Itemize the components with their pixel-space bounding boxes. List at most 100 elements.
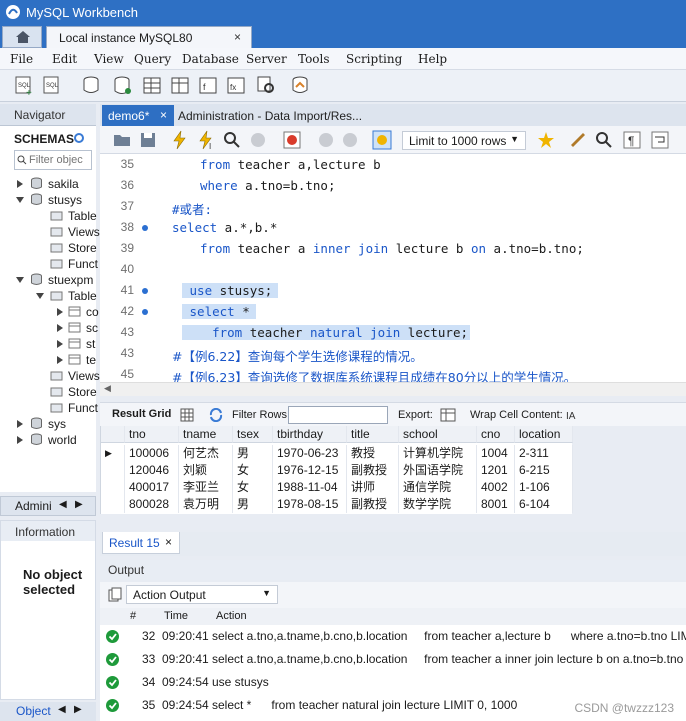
tab-scroll-left-icon[interactable]: ◀	[58, 704, 66, 715]
grid-cell[interactable]: 1201	[477, 462, 515, 479]
tab-scroll-left-icon[interactable]: ◀	[59, 499, 67, 510]
commit-icon[interactable]	[316, 130, 336, 150]
grid-cell[interactable]: 何艺杰	[179, 445, 233, 462]
table-row[interactable]: ▶ 100006 何艺杰 男 1970-06-23 教授 计算机学院 1004 …	[101, 445, 573, 462]
grid-cell[interactable]: 1970-06-23	[273, 445, 347, 462]
grid-cell[interactable]: 6-215	[515, 462, 573, 479]
grid-cell[interactable]: 1004	[477, 445, 515, 462]
grid-cell[interactable]: 400017	[125, 479, 179, 496]
close-icon[interactable]: ×	[165, 535, 172, 549]
grid-cell[interactable]: 李亚兰	[179, 479, 233, 496]
grid-cell[interactable]: 2-311	[515, 445, 573, 462]
connection-tab[interactable]: Local instance MySQL80 ×	[46, 26, 252, 48]
stop-icon[interactable]	[248, 130, 268, 150]
output-row[interactable]: 33 09:20:41 select a.tno,a.tname,b.cno,b…	[100, 648, 686, 671]
search-table-data-icon[interactable]	[256, 75, 278, 97]
table-row[interactable]: 120046 刘颖 女 1976-12-15 副教授 外国语学院 1201 6-…	[101, 462, 573, 479]
copy-icon[interactable]	[108, 587, 122, 603]
beautify-icon[interactable]	[568, 130, 588, 150]
export-icon[interactable]	[440, 407, 456, 423]
row-selector[interactable]	[101, 479, 125, 496]
grid-cell[interactable]: 副教授	[347, 496, 399, 513]
menu-database[interactable]: Database	[182, 52, 239, 66]
sql-code-editor[interactable]: 35 from teacher a,lecture b 36 where a.t…	[100, 154, 686, 382]
refresh-icon[interactable]	[208, 408, 224, 422]
rollback-icon[interactable]	[340, 130, 360, 150]
expand-icon[interactable]	[56, 340, 64, 348]
grid-cell[interactable]: 4002	[477, 479, 515, 496]
menu-file[interactable]: File	[10, 52, 33, 66]
result-grid-label[interactable]: Result Grid	[112, 408, 171, 420]
scroll-left-icon[interactable]: ◀	[104, 383, 111, 394]
grid-cell[interactable]: 120046	[125, 462, 179, 479]
add-snippet-icon[interactable]	[536, 130, 556, 150]
tab-object-info[interactable]: Object	[16, 704, 51, 718]
db-icon[interactable]	[82, 75, 104, 97]
menu-query[interactable]: Query	[134, 52, 171, 66]
tab-administration-data-import[interactable]: Administration - Data Import/Res...	[178, 109, 362, 123]
grid-icon[interactable]	[180, 408, 194, 422]
grid-cell[interactable]: 袁万明	[179, 496, 233, 513]
table-row[interactable]: 800028 袁万明 男 1978-08-15 副教授 数学学院 8001 6-…	[101, 496, 573, 513]
grid-cell[interactable]: 1976-12-15	[273, 462, 347, 479]
grid-cell[interactable]: 女	[233, 479, 273, 496]
tab-administration[interactable]: Admini	[15, 499, 52, 513]
create-view-icon[interactable]	[170, 75, 192, 97]
expand-icon[interactable]	[56, 308, 64, 316]
tab-scroll-right-icon[interactable]: ▶	[75, 499, 83, 510]
grid-cell[interactable]: 男	[233, 496, 273, 513]
find-icon[interactable]	[594, 130, 614, 150]
grid-cell[interactable]: 外国语学院	[399, 462, 477, 479]
column-header[interactable]: tname	[179, 426, 233, 443]
explain-icon[interactable]	[222, 130, 242, 150]
collapse-icon[interactable]	[36, 292, 44, 300]
column-header[interactable]: tbirthday	[273, 426, 347, 443]
grid-cell[interactable]: 1988-11-04	[273, 479, 347, 496]
expand-icon[interactable]	[56, 356, 64, 364]
menu-scripting[interactable]: Scripting	[346, 52, 402, 66]
limit-rows-select[interactable]: Limit to 1000 rows ▼	[402, 131, 526, 150]
home-button[interactable]	[2, 26, 42, 48]
wrap-lines-icon[interactable]	[650, 130, 670, 150]
tab-result-15[interactable]: Result 15 ×	[102, 532, 180, 554]
collapse-icon[interactable]	[16, 196, 24, 204]
grid-cell[interactable]: 刘颖	[179, 462, 233, 479]
filter-rows-input[interactable]	[288, 406, 388, 424]
grid-cell[interactable]: 1978-08-15	[273, 496, 347, 513]
open-folder-icon[interactable]	[112, 130, 132, 150]
column-header[interactable]: cno	[477, 426, 515, 443]
grid-cell[interactable]: 男	[233, 445, 273, 462]
expand-icon[interactable]	[16, 420, 24, 428]
grid-cell[interactable]: 副教授	[347, 462, 399, 479]
tab-demo6[interactable]: demo6* ×	[102, 105, 174, 126]
collapse-icon[interactable]	[16, 276, 24, 284]
new-sql-tab-icon[interactable]: SQL+	[14, 75, 36, 97]
grid-cell[interactable]: 800028	[125, 496, 179, 513]
execute-icon[interactable]	[170, 130, 190, 150]
schema-filter-input[interactable]	[29, 152, 91, 168]
grid-cell[interactable]: 8001	[477, 496, 515, 513]
create-procedure-icon[interactable]: f	[198, 75, 220, 97]
close-icon[interactable]: ×	[234, 30, 241, 44]
close-icon[interactable]: ×	[160, 108, 167, 122]
autocommit-icon[interactable]	[372, 130, 392, 150]
grid-cell[interactable]: 通信学院	[399, 479, 477, 496]
execute-current-icon[interactable]: I	[196, 130, 216, 150]
grid-cell[interactable]: 计算机学院	[399, 445, 477, 462]
grid-cell[interactable]: 讲师	[347, 479, 399, 496]
menu-view[interactable]: View	[94, 52, 124, 66]
expand-icon[interactable]	[16, 436, 24, 444]
grid-cell[interactable]: 100006	[125, 445, 179, 462]
table-row[interactable]: 400017 李亚兰 女 1988-11-04 讲师 通信学院 4002 1-1…	[101, 479, 573, 496]
grid-cell[interactable]: 女	[233, 462, 273, 479]
schema-filter[interactable]	[14, 150, 92, 170]
menu-edit[interactable]: Edit	[52, 52, 77, 66]
expand-icon[interactable]	[56, 324, 64, 332]
grid-cell[interactable]: 1-106	[515, 479, 573, 496]
menu-server[interactable]: Server	[246, 52, 287, 66]
refresh-schemas-icon[interactable]	[72, 132, 86, 144]
grid-cell[interactable]: 6-104	[515, 496, 573, 513]
column-header[interactable]: location	[515, 426, 573, 443]
toggle-error-icon[interactable]	[282, 130, 302, 150]
create-schema-icon[interactable]	[112, 75, 134, 97]
